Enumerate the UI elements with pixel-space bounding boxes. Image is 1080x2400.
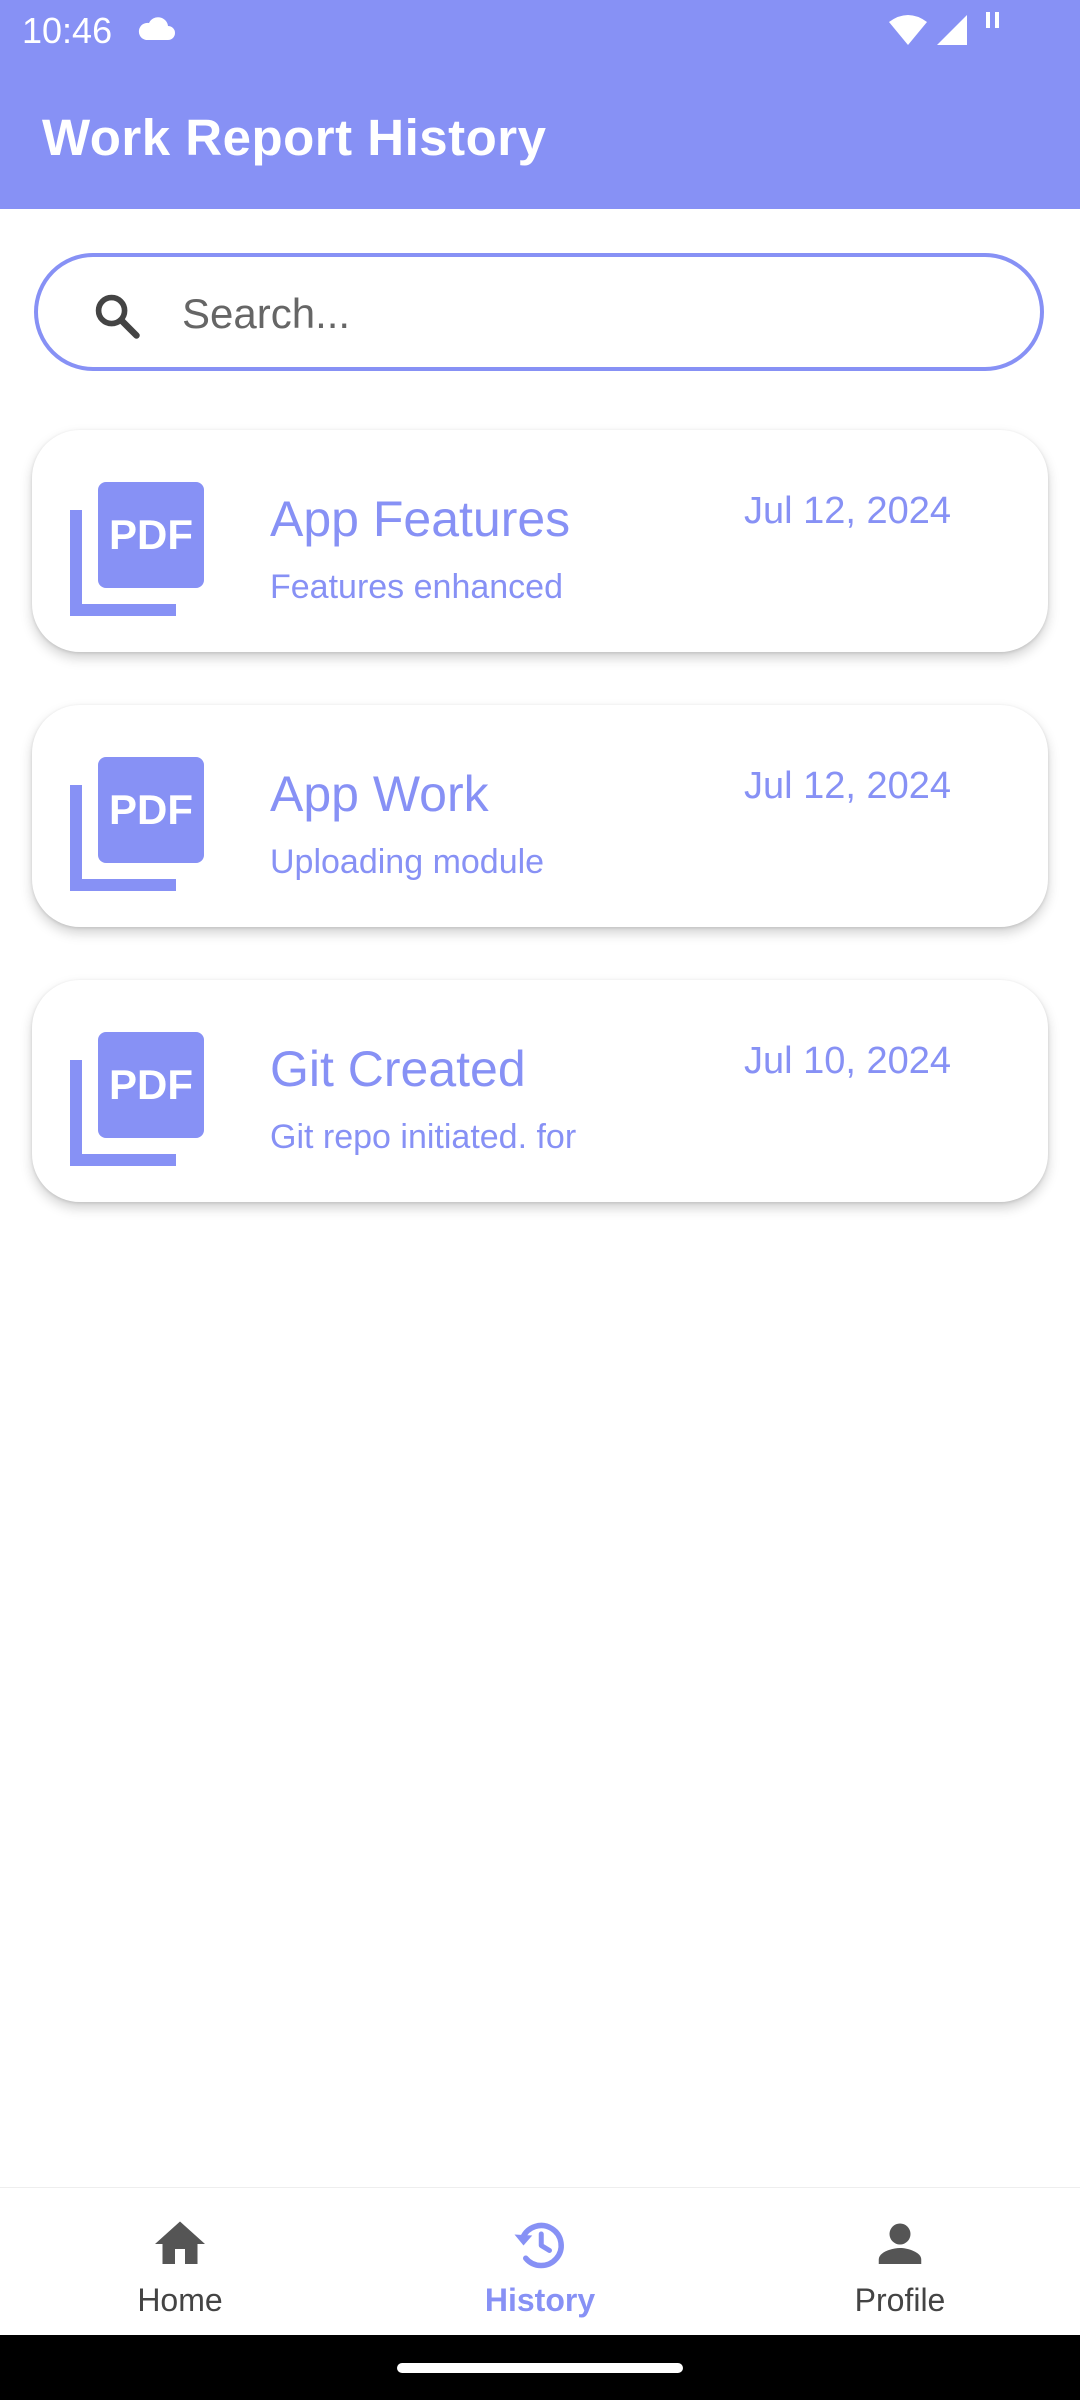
signal-icon <box>937 15 967 45</box>
report-date: Jul 10, 2024 <box>744 1040 952 1082</box>
nav-label-home: Home <box>137 2282 223 2318</box>
report-date: Jul 12, 2024 <box>744 765 952 807</box>
report-title: App Work <box>270 766 489 822</box>
nav-item-home[interactable]: Home <box>0 2188 360 2336</box>
search-input[interactable] <box>180 277 984 351</box>
report-subtitle: Features enhanced <box>270 568 563 606</box>
search-icon <box>95 294 140 339</box>
nav-label-history: History <box>484 2282 596 2318</box>
report-title: App Features <box>270 491 571 547</box>
report-subtitle: Uploading module <box>270 843 545 881</box>
report-date: Jul 12, 2024 <box>744 490 952 532</box>
svg-text:PDF: PDF <box>109 511 193 558</box>
signal-indicator-icon <box>986 12 999 28</box>
app-bar: 10:46 Work Report History <box>0 0 1080 209</box>
bottom-nav: Home History Profile <box>0 2187 1080 2336</box>
home-gesture-handle[interactable] <box>397 2363 683 2373</box>
pdf-icon: PDF <box>70 1032 204 1166</box>
report-card[interactable]: PDF App Features Features enhanced Jul 1… <box>32 430 1048 652</box>
cloud-icon <box>138 17 175 40</box>
nav-item-profile[interactable]: Profile <box>720 2188 1080 2336</box>
report-subtitle: Git repo initiated. for <box>270 1118 577 1156</box>
home-icon <box>155 2221 205 2264</box>
svg-text:PDF: PDF <box>109 786 193 833</box>
page-title: Work Report History <box>42 109 547 166</box>
status-bar: 10:46 <box>0 0 1080 64</box>
pdf-icon: PDF <box>70 482 204 616</box>
nav-item-history[interactable]: History <box>360 2188 720 2336</box>
search-bar[interactable] <box>34 253 1044 371</box>
report-card[interactable]: PDF App Work Uploading module Jul 12, 20… <box>32 705 1048 927</box>
status-time: 10:46 <box>22 10 113 51</box>
history-icon <box>514 2222 564 2269</box>
report-title: Git Created <box>270 1041 526 1097</box>
svg-text:PDF: PDF <box>109 1061 193 1108</box>
nav-label-profile: Profile <box>854 2282 946 2318</box>
wifi-icon <box>889 15 927 45</box>
pdf-icon: PDF <box>70 757 204 891</box>
report-card[interactable]: PDF Git Created Git repo initiated. for … <box>32 980 1048 1202</box>
profile-icon <box>878 2223 922 2264</box>
